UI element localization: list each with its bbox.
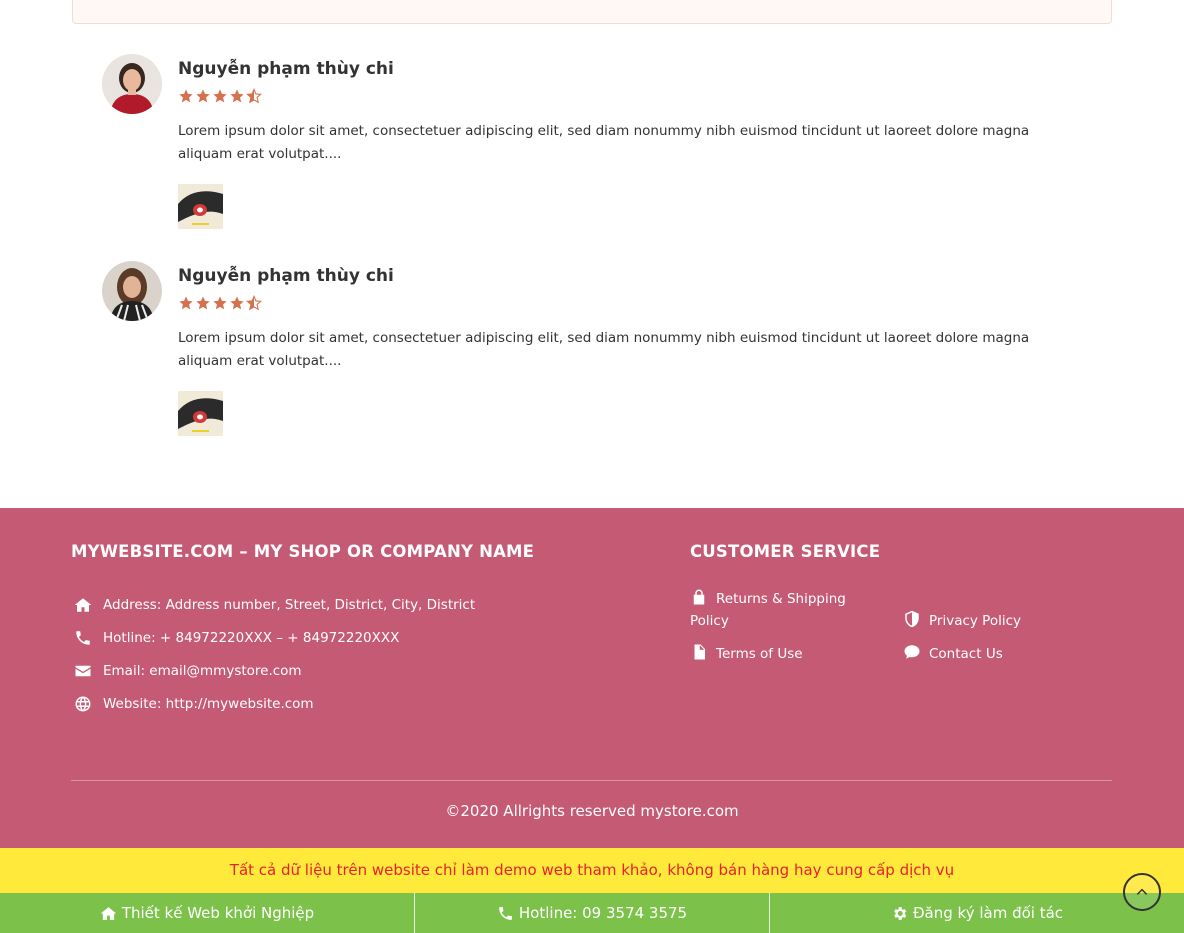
star-icon [196,296,210,310]
footer-divider [71,780,1112,781]
footer-contact-list: Address: Address number, Street, Distric… [71,588,475,720]
copyright-text: ©2020 Allrights reserved mystore.com [445,802,739,820]
previous-section-box [72,0,1112,24]
footer-service-title: CUSTOMER SERVICE [690,542,881,561]
globe-icon [71,694,95,714]
star-icon [230,296,244,310]
star-icon [230,89,244,103]
demo-notice-bar: Tất cả dữ liệu trên website chỉ làm demo… [0,848,1184,893]
footer-company-title: MYWEBSITE.COM – MY SHOP OR COMPANY NAME [71,542,535,561]
review-text: Lorem ipsum dolor sit amet, consectetuer… [178,330,1030,369]
star-rating [178,88,1078,106]
chevron-up-icon [1136,888,1148,895]
file-icon [690,643,708,661]
contact-hotline: Hotline: + 84972220XXX – + 84972220XXX [71,621,475,654]
phone-icon [499,906,512,920]
home-icon [100,906,117,920]
star-half-icon [246,88,262,104]
contact-email: Email: email@mmystore.com [71,654,475,687]
link-contact-us[interactable]: Contact Us [903,643,1103,665]
contact-website: Website: http://mywebsite.com [71,687,475,720]
partner-signup-button[interactable]: Đăng ký làm đối tác [770,893,1184,933]
star-icon [196,89,210,103]
review-photo-thumbnail[interactable] [178,391,223,436]
star-icon [179,89,193,103]
envelope-icon [71,661,95,681]
contact-address: Address: Address number, Street, Distric… [71,588,475,621]
scroll-to-top-button[interactable] [1123,873,1161,911]
reviewer-name: Nguyễn phạm thùy chi [178,266,394,286]
review-photo-thumbnail[interactable] [178,184,223,229]
lock-icon [690,588,708,606]
bottom-action-bar: Thiết kế Web khởi Nghiệp Hotline: 09 357… [0,893,1184,933]
gear-icon [894,906,907,920]
link-terms-of-use[interactable]: Terms of Use [690,643,880,665]
site-footer: MYWEBSITE.COM – MY SHOP OR COMPANY NAME … [0,508,1184,848]
comment-icon [903,643,921,661]
shield-icon [903,610,921,628]
reviewer-name: Nguyễn phạm thùy chi [178,59,394,79]
phone-icon [71,628,95,648]
star-icon [179,296,193,310]
reviewer-avatar [102,54,162,114]
star-icon [213,89,227,103]
reviewer-avatar [102,261,162,321]
star-icon [213,296,227,310]
link-returns-shipping[interactable]: Returns & Shipping Policy [690,588,880,632]
star-half-icon [246,295,262,311]
startup-web-design-button[interactable]: Thiết kế Web khởi Nghiệp [0,893,415,933]
link-privacy-policy[interactable]: Privacy Policy [903,610,1103,632]
home-icon [71,595,95,615]
review-text: Lorem ipsum dolor sit amet, consectetuer… [178,123,1030,162]
star-rating [178,295,1078,313]
hotline-button[interactable]: Hotline: 09 3574 3575 [415,893,770,933]
